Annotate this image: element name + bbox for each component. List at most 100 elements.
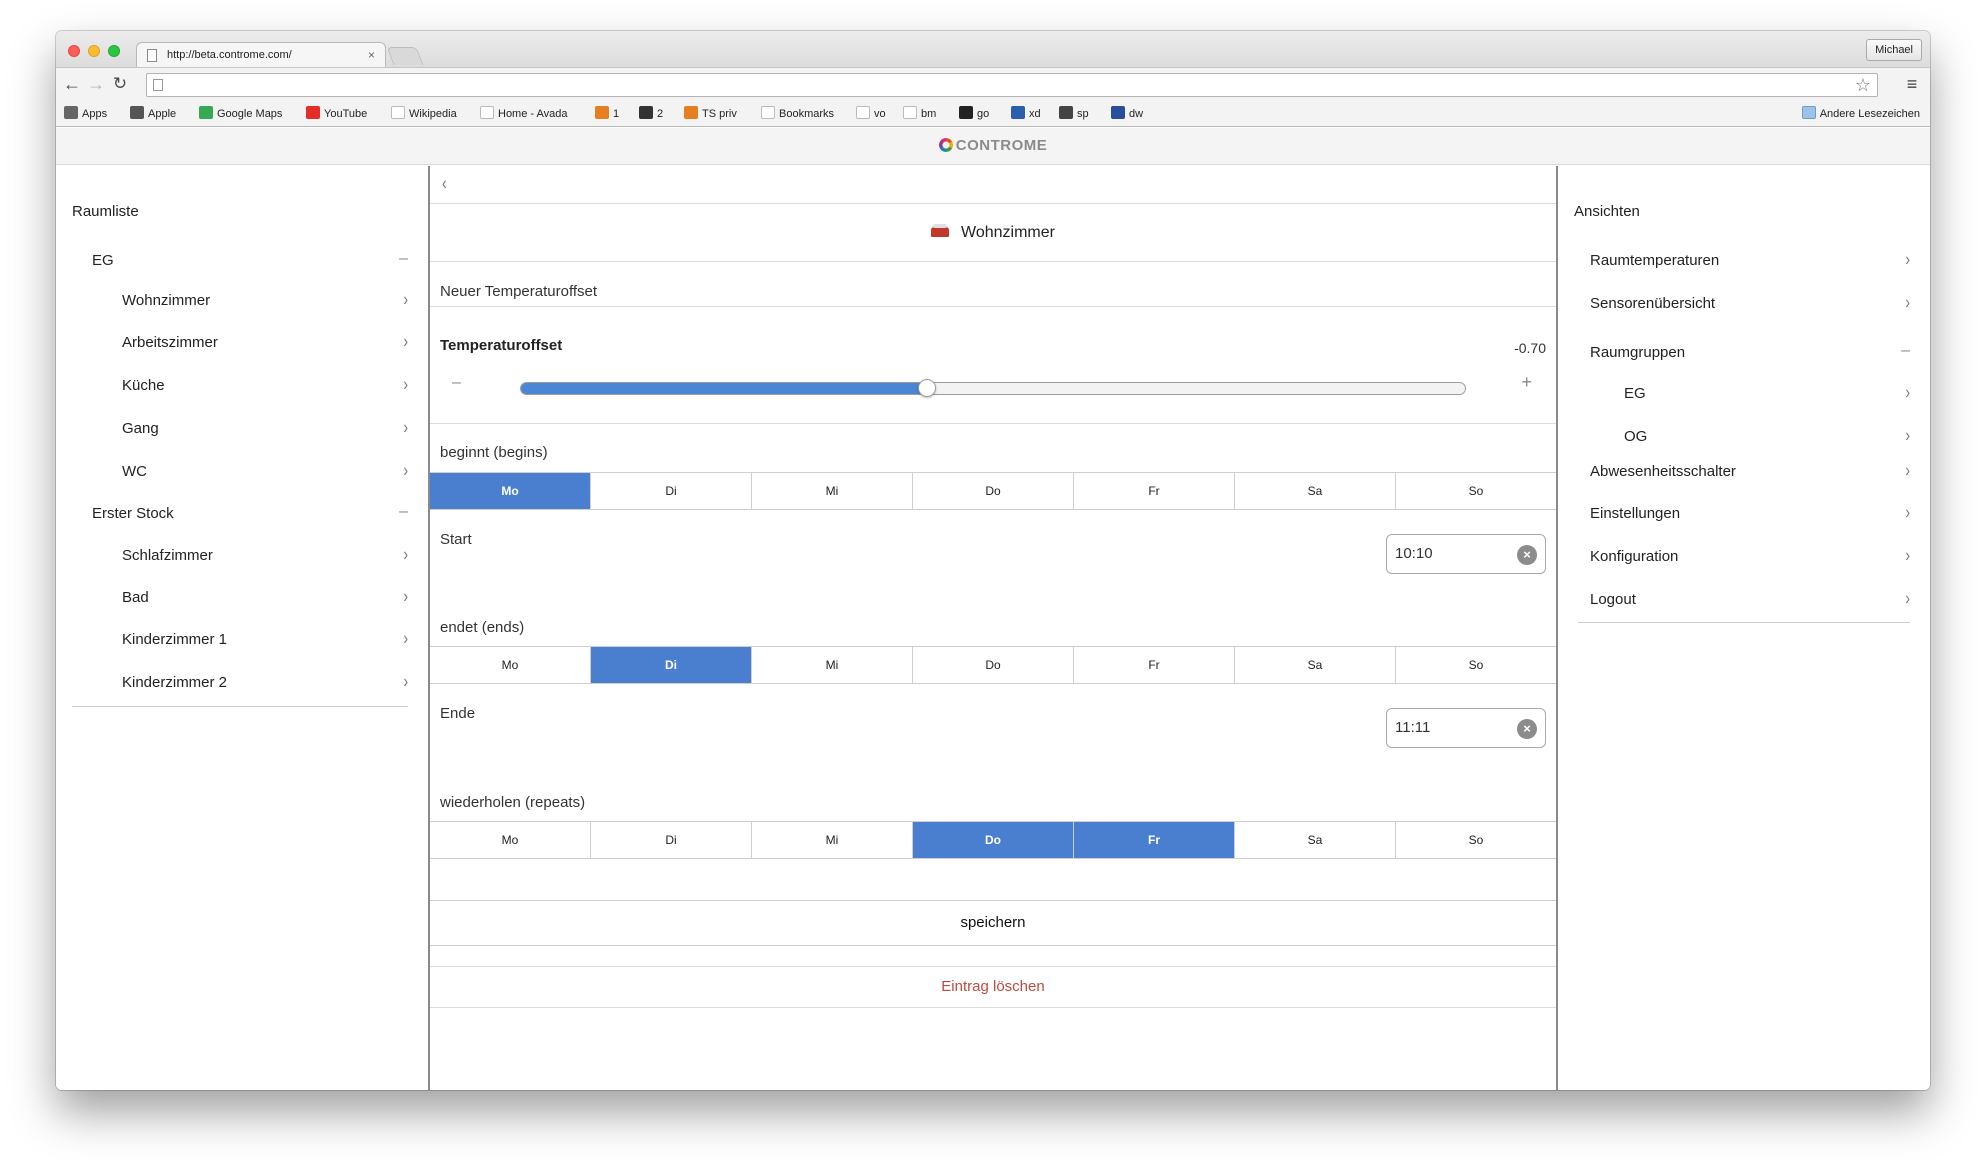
profile-button[interactable]: Michael xyxy=(1866,39,1922,61)
room-wohnzimmer[interactable]: Wohnzimmer › xyxy=(72,280,408,322)
room-kuche[interactable]: Küche › xyxy=(72,365,408,407)
back-chevron-icon[interactable]: ‹ xyxy=(442,173,447,194)
begins-day-di[interactable]: Di xyxy=(590,473,751,509)
view-logout[interactable]: Logout › xyxy=(1590,579,1910,621)
bookmark-wikipedia[interactable]: Wikipedia xyxy=(391,106,457,122)
bookmark-1[interactable]: 1 xyxy=(595,106,619,122)
view-label: Logout xyxy=(1590,591,1636,608)
address-bar[interactable]: ☆ xyxy=(146,73,1878,97)
bookmark-vo[interactable]: vo xyxy=(856,106,886,122)
views-title: Ansichten xyxy=(1574,203,1640,220)
room-schlafzimmer[interactable]: Schlafzimmer › xyxy=(72,535,408,577)
begins-day-do[interactable]: Do xyxy=(912,473,1073,509)
view-einstellungen[interactable]: Einstellungen › xyxy=(1590,493,1910,535)
collapse-icon[interactable]: – xyxy=(399,250,408,268)
decrease-button[interactable]: – xyxy=(452,374,461,392)
repeats-day-mi[interactable]: Mi xyxy=(751,822,912,858)
hamburger-menu-icon[interactable]: ≡ xyxy=(1904,75,1920,95)
bookmark-sp[interactable]: sp xyxy=(1059,106,1089,122)
view-raumtemperaturen[interactable]: Raumtemperaturen › xyxy=(1590,240,1910,282)
room-bad[interactable]: Bad › xyxy=(72,577,408,619)
begins-day-mo[interactable]: Mo xyxy=(430,473,590,509)
view-konfiguration[interactable]: Konfiguration › xyxy=(1590,536,1910,578)
start-time-input[interactable]: 10:10 × xyxy=(1386,534,1546,574)
maximize-window-icon[interactable] xyxy=(108,45,120,57)
youtube-icon xyxy=(306,106,320,119)
bookmark-dw[interactable]: dw xyxy=(1111,106,1143,122)
delete-entry-button[interactable]: Eintrag löschen xyxy=(430,966,1556,1008)
browser-tab[interactable]: http://beta.controme.com/ × xyxy=(136,42,386,68)
offset-slider[interactable] xyxy=(520,379,1466,397)
ends-label: endet (ends) xyxy=(440,619,525,636)
controme-logo[interactable]: CONTROME xyxy=(938,137,1048,154)
repeats-day-sa[interactable]: Sa xyxy=(1234,822,1395,858)
bookmark-ts-priv[interactable]: TS priv xyxy=(684,106,737,122)
ends-day-di[interactable]: Di xyxy=(590,647,751,683)
close-window-icon[interactable] xyxy=(68,45,80,57)
star-bookmark-icon[interactable]: ☆ xyxy=(1855,74,1871,96)
repeats-day-do[interactable]: Do xyxy=(912,822,1073,858)
room-gang[interactable]: Gang › xyxy=(72,408,408,450)
forward-arrow-icon[interactable]: → xyxy=(86,74,106,94)
room-kinderzimmer-1[interactable]: Kinderzimmer 1 › xyxy=(72,619,408,661)
bookmark-label: TS priv xyxy=(702,108,737,120)
increase-button[interactable]: + xyxy=(1521,372,1532,393)
start-time-value: 10:10 xyxy=(1395,545,1433,562)
bookmark-2[interactable]: 2 xyxy=(639,106,663,122)
begins-day-sa[interactable]: Sa xyxy=(1234,473,1395,509)
collapse-icon[interactable]: – xyxy=(399,503,408,521)
minimize-window-icon[interactable] xyxy=(88,45,100,57)
room-arbeitszimmer[interactable]: Arbeitszimmer › xyxy=(72,322,408,364)
bookmark-go[interactable]: go xyxy=(959,106,989,122)
view-raumgruppen[interactable]: Raumgruppen – xyxy=(1590,332,1910,374)
group-eg[interactable]: EG – xyxy=(72,240,408,282)
view-sensorenubersicht[interactable]: Sensorenübersicht › xyxy=(1590,283,1910,325)
view-abwesenheitsschalter[interactable]: Abwesenheitsschalter › xyxy=(1590,451,1910,493)
clear-start-icon[interactable]: × xyxy=(1517,545,1537,565)
slider-handle[interactable] xyxy=(917,379,936,397)
reload-icon[interactable]: ↻ xyxy=(110,74,130,94)
end-time-value: 11:11 xyxy=(1395,719,1431,736)
ends-day-mi[interactable]: Mi xyxy=(751,647,912,683)
start-label: Start xyxy=(440,531,472,548)
flag-icon xyxy=(1011,106,1025,119)
repeats-day-mo[interactable]: Mo xyxy=(430,822,590,858)
bookmark-youtube[interactable]: YouTube xyxy=(306,106,367,122)
view-eg[interactable]: EG › xyxy=(1590,373,1910,415)
ends-day-do[interactable]: Do xyxy=(912,647,1073,683)
view-label: OG xyxy=(1624,428,1648,445)
repeats-day-so[interactable]: So xyxy=(1395,822,1556,858)
view-label: Abwesenheitsschalter xyxy=(1590,463,1736,480)
bookmark-home-avada[interactable]: Home - Avada xyxy=(480,106,568,122)
bookmark-bookmarks[interactable]: Bookmarks xyxy=(761,106,834,122)
bookmark-apple[interactable]: Apple xyxy=(130,106,176,122)
chevron-right-icon: › xyxy=(1905,544,1910,566)
close-tab-icon[interactable]: × xyxy=(368,43,375,68)
begins-day-so[interactable]: So xyxy=(1395,473,1556,509)
collapse-icon[interactable]: – xyxy=(1901,342,1910,360)
new-tab-button[interactable] xyxy=(386,47,424,65)
other-bookmarks[interactable]: Andere Lesezeichen xyxy=(1801,106,1920,122)
bookmark-bm[interactable]: bm xyxy=(903,106,936,122)
ends-day-mo[interactable]: Mo xyxy=(430,647,590,683)
repeats-day-di[interactable]: Di xyxy=(590,822,751,858)
bookmark-apps[interactable]: Apps xyxy=(64,106,107,122)
ends-day-so[interactable]: So xyxy=(1395,647,1556,683)
room-wc[interactable]: WC › xyxy=(72,451,408,493)
room-kinderzimmer-2[interactable]: Kinderzimmer 2 › xyxy=(72,662,408,704)
bookmark-google-maps[interactable]: Google Maps xyxy=(199,106,282,122)
bookmark-xd[interactable]: xd xyxy=(1011,106,1041,122)
clear-end-icon[interactable]: × xyxy=(1517,719,1537,739)
back-arrow-icon[interactable]: ← xyxy=(62,74,82,94)
group-label: EG xyxy=(92,252,114,269)
save-button[interactable]: speichern xyxy=(430,900,1556,946)
begins-day-mi[interactable]: Mi xyxy=(751,473,912,509)
begins-day-fr[interactable]: Fr xyxy=(1073,473,1234,509)
group-erster-stock[interactable]: Erster Stock – xyxy=(72,493,408,535)
chevron-right-icon: › xyxy=(1905,291,1910,313)
repeats-day-fr[interactable]: Fr xyxy=(1073,822,1234,858)
chevron-right-icon: › xyxy=(1905,248,1910,270)
ends-day-sa[interactable]: Sa xyxy=(1234,647,1395,683)
end-time-input[interactable]: 11:11 × xyxy=(1386,708,1546,748)
ends-day-fr[interactable]: Fr xyxy=(1073,647,1234,683)
